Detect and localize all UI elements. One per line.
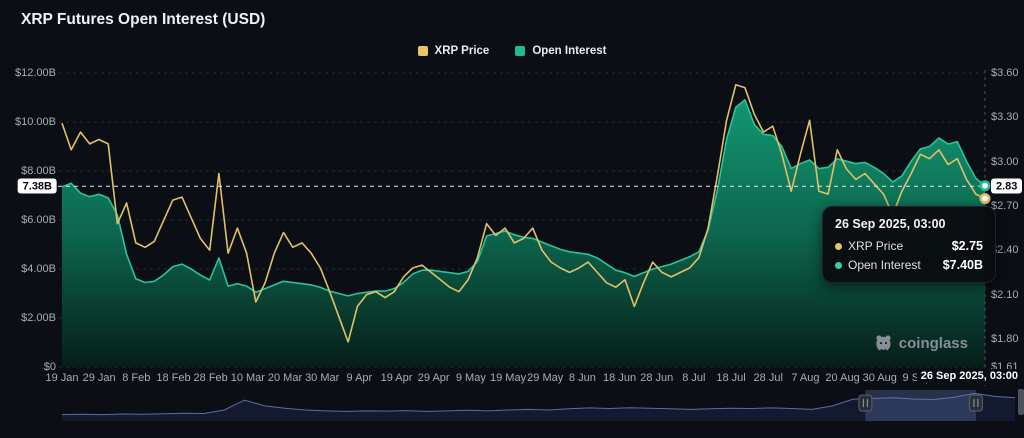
tooltip: 26 Sep 2025, 03:00 XRP Price $2.75 Open … <box>822 206 996 283</box>
chart-canvas: XRP Futures Open Interest (USD) XRP Pric… <box>0 0 1024 438</box>
y-axis-label-right: $2.10 <box>991 288 1019 301</box>
x-axis-label: 18 Feb <box>156 372 191 384</box>
tooltip-row-xrp-price: XRP Price $2.75 <box>835 239 983 253</box>
x-axis-label: 28 Jul <box>753 372 783 384</box>
x-axis-label: 30 Mar <box>305 372 340 384</box>
x-axis-label: 7 Aug <box>791 372 820 384</box>
y-axis-label-right: $3.60 <box>991 67 1019 79</box>
x-axis-label: 8 Feb <box>122 372 151 384</box>
x-axis-label: 29 Jan <box>82 372 116 384</box>
y-axis-label-right: $1.80 <box>991 332 1019 345</box>
x-axis-label: 20 Aug <box>825 372 860 384</box>
x-axis-label: 19 Jan <box>45 372 79 384</box>
y-axis-label-left: $12.00B <box>15 67 56 79</box>
tooltip-date: 26 Sep 2025, 03:00 <box>835 217 946 231</box>
tooltip-label-open-interest: Open Interest <box>848 258 921 272</box>
y-axis-label-right: $3.00 <box>991 155 1019 168</box>
y-axis-label-left: $6.00B <box>21 214 56 226</box>
tooltip-value-xrp-price: $2.75 <box>951 239 983 253</box>
y-axis-label-right: $3.30 <box>991 111 1019 124</box>
navigator-handle-right[interactable] <box>968 394 983 412</box>
tooltip-row-open-interest: Open Interest $7.40B <box>835 258 983 272</box>
x-axis-label: 18 Jun <box>603 372 637 384</box>
coinglass-logo-icon <box>876 335 891 351</box>
y-axis-label-right: $2.70 <box>991 199 1019 212</box>
tooltip-value-open-interest: $7.40B <box>942 258 983 272</box>
coinglass-watermark-text: coinglass <box>898 335 968 352</box>
x-axis-label: 28 Jun <box>640 372 674 384</box>
xrp-price-marker-dot <box>979 193 991 205</box>
xrp-price-dot-icon <box>835 242 842 250</box>
x-axis-label: 8 Jul <box>682 372 706 384</box>
x-axis-label: 8 Jun <box>568 372 596 384</box>
x-axis-label: 20 Mar <box>267 372 303 384</box>
open-interest-dot-icon <box>835 261 842 269</box>
x-axis-label: 19 Apr <box>380 372 413 384</box>
x-axis-label: 29 May <box>527 372 564 384</box>
navigator-selection[interactable] <box>865 390 976 421</box>
x-axis-label: 29 Apr <box>417 372 450 384</box>
x-axis-label: 19 May <box>489 372 527 384</box>
x-axis-label: 9 Apr <box>346 372 373 384</box>
current-price-axis-badge: 2.83 <box>991 178 1023 194</box>
x-axis-label: 18 Jul <box>716 372 746 384</box>
y-axis-label-left: $8.00B <box>21 165 56 177</box>
y-axis-label-left: $10.00B <box>15 116 56 128</box>
open-interest-marker-dot <box>979 180 991 192</box>
scrollbar-nub[interactable] <box>1018 389 1024 415</box>
coinglass-watermark: coinglass <box>874 334 968 353</box>
x-axis-label: 28 Feb <box>193 372 228 384</box>
tooltip-label-xrp-price: XRP Price <box>848 239 904 253</box>
current-oi-axis-badge: 7.38B <box>17 178 57 194</box>
y-axis-label-left: $4.00B <box>21 263 56 275</box>
x-axis-label: 10 Mar <box>230 372 265 384</box>
x-axis-label: 30 Aug <box>862 372 897 384</box>
x-axis-label: 9 May <box>455 372 486 384</box>
y-axis-label-left: $2.00B <box>21 312 56 324</box>
crosshair-date-label: 26 Sep 2025, 03:00 <box>916 369 1022 383</box>
navigator-handle-left[interactable] <box>858 394 873 412</box>
